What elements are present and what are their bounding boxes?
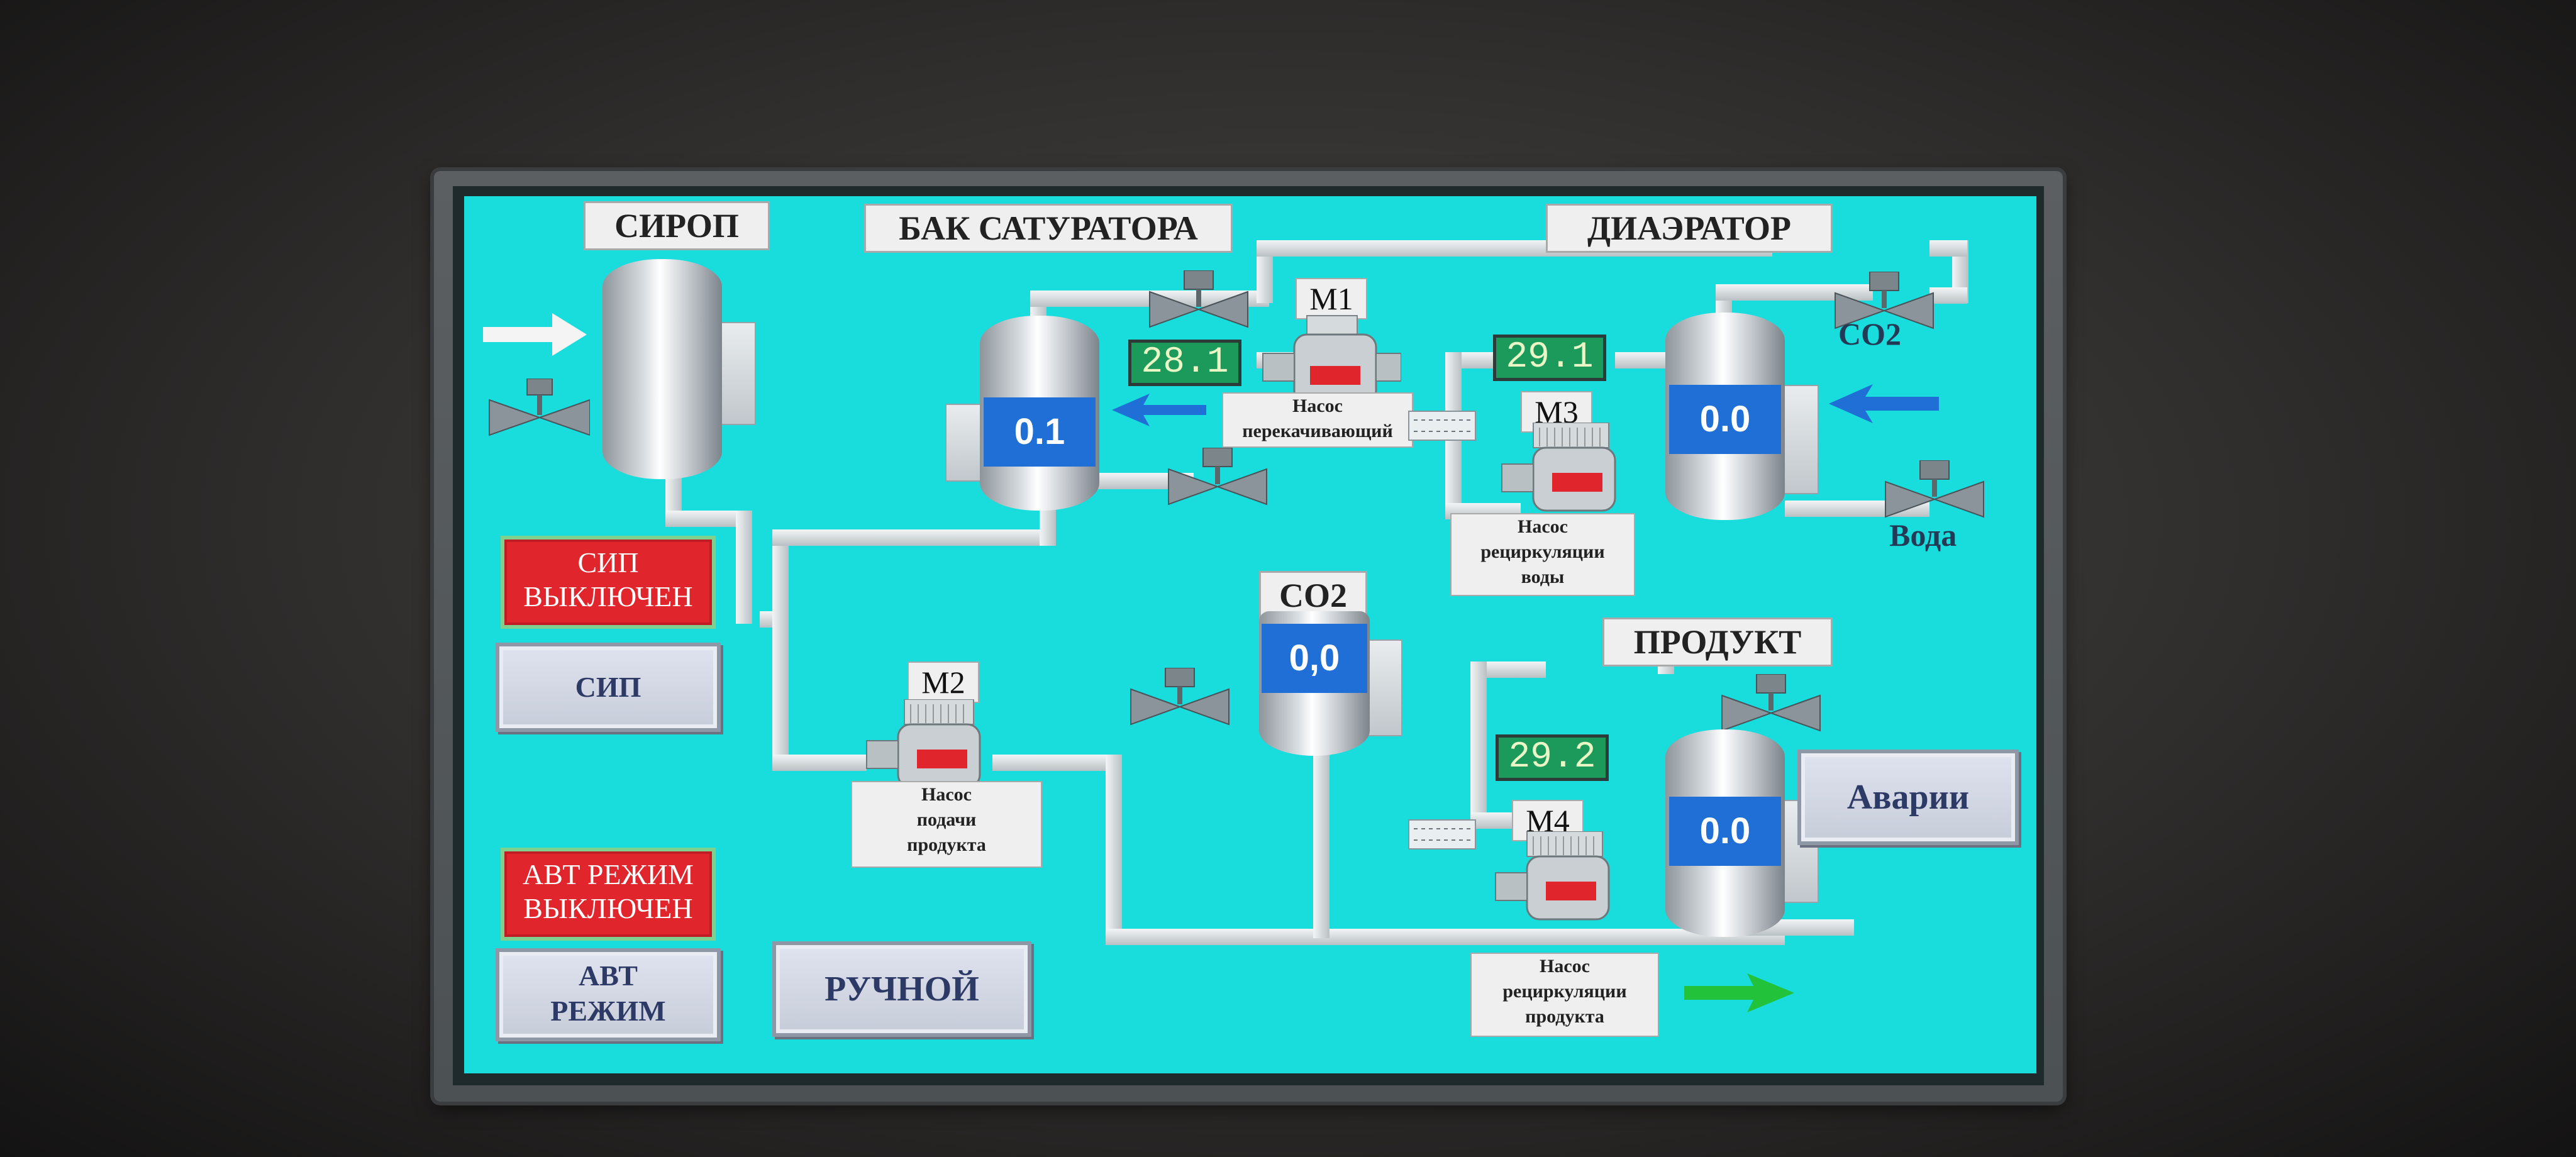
- arrow-right-icon: [1684, 973, 1794, 1012]
- caption-line: воды: [1521, 567, 1565, 587]
- alarms-button[interactable]: Аварии: [1797, 750, 2019, 845]
- caption-line: рециркуляции: [1480, 541, 1605, 562]
- valve-icon[interactable]: [1162, 448, 1269, 517]
- button-line: РЕЖИМ: [550, 995, 666, 1027]
- pipe: [1106, 929, 1785, 945]
- saturator-level: 0.1: [984, 397, 1096, 467]
- deaerator-level: 0.0: [1669, 385, 1781, 454]
- auto-mode-button[interactable]: АВТ РЕЖИМ: [496, 948, 721, 1041]
- cip-button[interactable]: СИП: [496, 643, 721, 732]
- caption-line: продукта: [907, 834, 986, 855]
- pump-m2-caption: Насос подачи продукта: [851, 781, 1042, 868]
- arrow-left-icon: [1112, 394, 1206, 426]
- temperature-display-2: 29.1: [1493, 335, 1606, 381]
- arrow-left-icon: [1829, 384, 1939, 423]
- pipe: [1470, 662, 1487, 825]
- caption-line: Насос: [1292, 396, 1343, 416]
- status-line: АВТ РЕЖИМ: [523, 858, 694, 890]
- motor-m2-label: M2: [908, 662, 979, 703]
- caption-line: Насос: [1540, 956, 1590, 977]
- caption-line: Насос: [1518, 516, 1568, 537]
- valve-icon[interactable]: [1143, 270, 1250, 340]
- arrow-right-icon: [483, 313, 587, 356]
- co2-level: 0,0: [1262, 624, 1367, 693]
- pipe: [992, 755, 1118, 771]
- heat-exchanger-icon: [1408, 819, 1476, 850]
- saturator-tank-label: БАК САТУРАТОРА: [864, 204, 1233, 253]
- valve-icon[interactable]: [1124, 668, 1231, 737]
- product-label: ПРОДУКТ: [1602, 617, 1833, 667]
- product-level: 0.0: [1669, 797, 1781, 866]
- caption-line: подачи: [916, 809, 977, 830]
- hmi-screen: СИРОП БАК САТУРАТОРА ДИАЭРАТОР 0.1 28.1 …: [464, 196, 2036, 1073]
- temperature-display-3: 29.2: [1496, 734, 1609, 781]
- status-line: СИП: [577, 546, 639, 578]
- pipe: [1615, 352, 1665, 368]
- manual-mode-button[interactable]: РУЧНОЙ: [772, 941, 1031, 1037]
- heat-exchanger-icon: [1408, 411, 1476, 441]
- status-line: ВЫКЛЮЧЕН: [523, 892, 693, 924]
- status-line: ВЫКЛЮЧЕН: [523, 580, 693, 612]
- syrup-label: СИРОП: [584, 201, 770, 250]
- auto-mode-status-indicator: АВТ РЕЖИМ ВЫКЛЮЧЕН: [501, 848, 716, 941]
- caption-line: рециркуляции: [1502, 981, 1627, 1002]
- pipe: [1929, 240, 1967, 257]
- button-line: АВТ: [579, 960, 638, 992]
- deaerator-label: ДИАЭРАТОР: [1546, 204, 1833, 253]
- pipe: [1106, 755, 1122, 943]
- syrup-tank: [602, 259, 722, 479]
- valve-icon[interactable]: [483, 379, 590, 448]
- pipe: [772, 529, 1055, 546]
- pump-m4-caption: Насос рециркуляции продукта: [1470, 953, 1659, 1037]
- caption-line: перекачивающий: [1242, 421, 1393, 441]
- pump-icon[interactable]: [1489, 831, 1634, 957]
- cip-status-indicator: СИП ВЫКЛЮЧЕН: [501, 536, 716, 629]
- water-line-label: Вода: [1889, 518, 1957, 553]
- temperature-display-1: 28.1: [1128, 340, 1241, 386]
- pipe: [736, 511, 752, 624]
- caption-line: продукта: [1525, 1006, 1604, 1027]
- pipe: [665, 511, 747, 527]
- caption-line: Насос: [921, 784, 972, 805]
- co2-line-label: CO2: [1838, 316, 1901, 352]
- pipe: [772, 536, 789, 768]
- pipe: [772, 755, 867, 771]
- pump-m3-caption: Насос рециркуляции воды: [1450, 513, 1635, 596]
- pump-m1-caption: Насос перекачивающий: [1222, 392, 1413, 448]
- pipe: [1313, 737, 1330, 938]
